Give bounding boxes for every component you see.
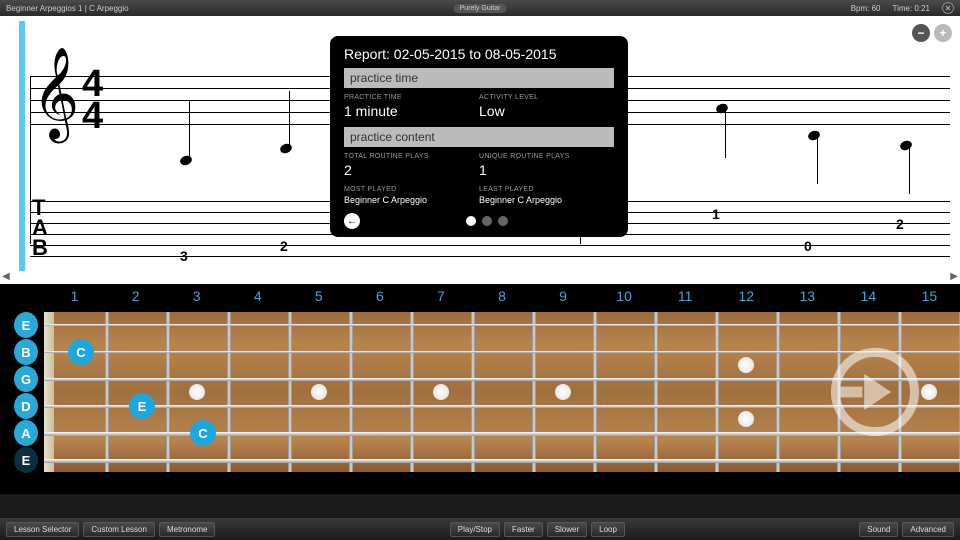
report-title: Report: 02-05-2015 to 08-05-2015 <box>344 46 614 62</box>
tab-number: 3 <box>180 248 188 264</box>
sound-button[interactable]: Sound <box>859 522 898 537</box>
time-readout: Time: 0:21 <box>893 4 931 13</box>
app-brand: Purely Guitar <box>454 4 507 13</box>
bottom-toolbar: Lesson Selector Custom Lesson Metronome … <box>0 518 960 540</box>
fret-numbers: 1 2 3 4 5 6 7 8 9 10 11 12 13 14 15 <box>0 284 960 308</box>
fret-inlay-icon <box>189 384 205 400</box>
lesson-selector-button[interactable]: Lesson Selector <box>6 522 79 537</box>
bpm-readout: Bpm: 60 <box>851 4 881 13</box>
report-section-header: practice time <box>344 68 614 88</box>
string-label[interactable]: E <box>14 312 38 338</box>
lesson-title: Beginner Arpeggios 1 | C Arpeggio <box>6 4 129 13</box>
fret-inlay-icon <box>921 384 937 400</box>
slower-button[interactable]: Slower <box>547 522 587 537</box>
note <box>279 142 293 155</box>
scroll-left-button[interactable]: ◀ <box>2 271 10 282</box>
tab-number: 2 <box>896 216 904 232</box>
finger-marker: E <box>129 393 155 419</box>
pager-dot[interactable] <box>482 216 492 226</box>
report-section-header: practice content <box>344 127 614 147</box>
string-label[interactable]: G <box>14 366 38 392</box>
tab-number: 0 <box>804 238 812 254</box>
fret-inlay-icon <box>555 384 571 400</box>
report-panel: Report: 02-05-2015 to 08-05-2015 practic… <box>330 36 628 237</box>
fretboard[interactable]: C E C <box>44 312 960 472</box>
fret-inlay-icon <box>738 411 754 427</box>
finger-marker: C <box>68 339 94 365</box>
faster-button[interactable]: Faster <box>504 522 543 537</box>
scroll-right-button[interactable]: ▶ <box>950 271 958 282</box>
close-button[interactable]: ✕ <box>942 2 954 14</box>
note <box>899 139 913 152</box>
fret-inlay-icon <box>311 384 327 400</box>
custom-lesson-button[interactable]: Custom Lesson <box>83 522 155 537</box>
play-stop-button[interactable]: Play/Stop <box>450 522 500 537</box>
string-label[interactable]: B <box>14 339 38 365</box>
zoom-in-button[interactable]: + <box>934 24 952 42</box>
string-labels: E B G D A E <box>14 312 38 474</box>
pager-dot[interactable] <box>498 216 508 226</box>
score-area: − + 𝄞 4 4 TAB 3 2 1 0 2 ◀ ▶ Report: 02-0… <box>0 16 960 284</box>
report-back-button[interactable]: ← <box>344 213 360 229</box>
report-pager[interactable] <box>466 216 508 226</box>
string-label[interactable]: A <box>14 420 38 446</box>
metronome-button[interactable]: Metronome <box>159 522 215 537</box>
string-label[interactable]: E <box>14 447 38 473</box>
tab-number: 1 <box>712 206 720 222</box>
fret-inlay-icon <box>433 384 449 400</box>
advanced-button[interactable]: Advanced <box>902 522 954 537</box>
tab-number: 2 <box>280 238 288 254</box>
fret-inlay-icon <box>738 357 754 373</box>
string-label[interactable]: D <box>14 393 38 419</box>
pager-dot[interactable] <box>466 216 476 226</box>
title-bar: Beginner Arpeggios 1 | C Arpeggio Purely… <box>0 0 960 16</box>
note <box>179 154 193 167</box>
finger-marker: C <box>190 420 216 446</box>
fretboard-section: 1 2 3 4 5 6 7 8 9 10 11 12 13 14 15 E B … <box>0 284 960 494</box>
loop-button[interactable]: Loop <box>591 522 625 537</box>
zoom-out-button[interactable]: − <box>912 24 930 42</box>
playback-cursor <box>19 21 25 271</box>
play-overlay-icon[interactable] <box>830 347 920 437</box>
nut <box>44 312 54 472</box>
